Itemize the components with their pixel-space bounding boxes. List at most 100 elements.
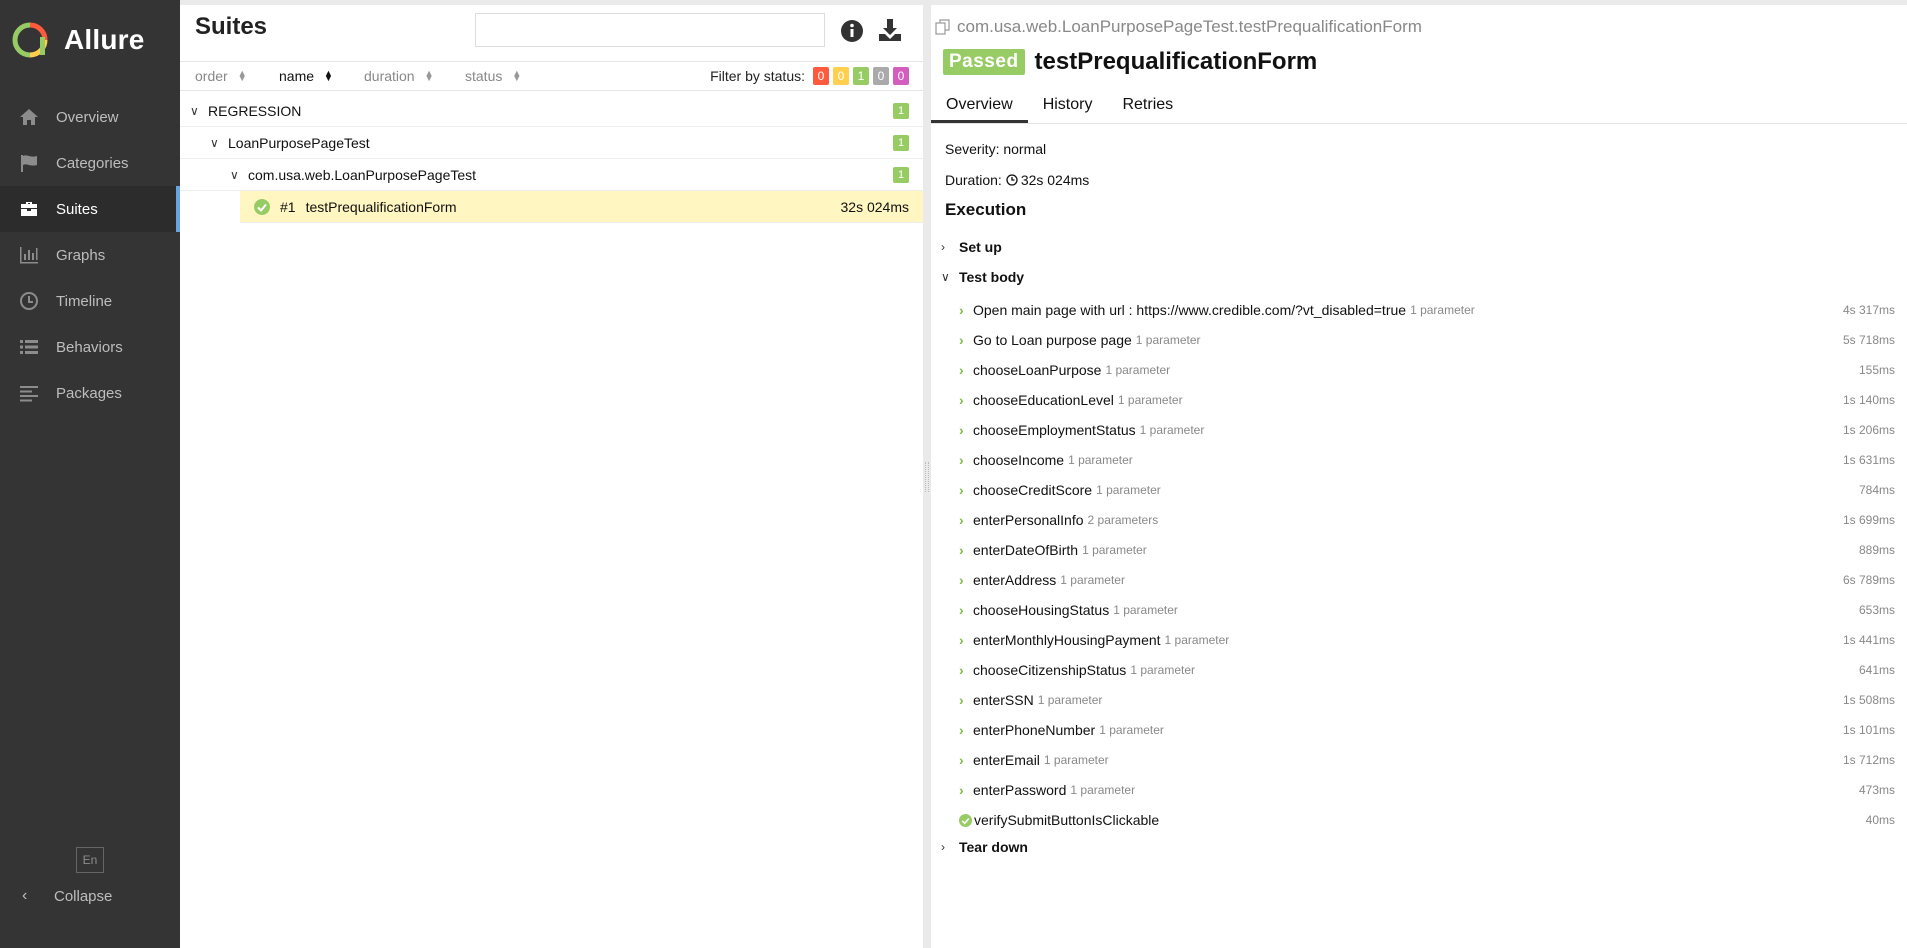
- copy-icon[interactable]: [935, 19, 951, 35]
- tab-retries[interactable]: Retries: [1107, 87, 1188, 123]
- tree-node-loanpurposepagetest[interactable]: ∨ LoanPurposePageTest 1: [180, 127, 923, 159]
- search-input[interactable]: [475, 13, 825, 47]
- sort-order[interactable]: order ▲ ▼: [195, 68, 247, 84]
- step-name: chooseEducationLevel: [973, 392, 1114, 408]
- step-row[interactable]: › chooseIncome 1 parameter 1s 631ms: [931, 445, 1907, 475]
- count-badge: 1: [893, 134, 909, 151]
- collapse-button[interactable]: ‹ Collapse: [22, 887, 112, 905]
- filter-passed-count[interactable]: 1: [853, 67, 869, 85]
- pane-splitter[interactable]: [923, 0, 931, 948]
- sort-name[interactable]: name ▲ ▼: [279, 68, 333, 84]
- teardown-section[interactable]: › Tear down: [941, 839, 1028, 855]
- step-row[interactable]: › chooseCitizenshipStatus 1 parameter 641ms: [931, 655, 1907, 685]
- step-row[interactable]: › enterPassword 1 parameter 473ms: [931, 775, 1907, 805]
- step-params: 1 parameter: [1113, 603, 1178, 617]
- step-row[interactable]: › enterPhoneNumber 1 parameter 1s 101ms: [931, 715, 1907, 745]
- allure-logo[interactable]: Allure: [12, 21, 145, 59]
- briefcase-icon: [18, 198, 40, 220]
- sort-order-label: order: [195, 68, 228, 84]
- chevron-right-icon: ›: [941, 240, 945, 254]
- sidebar-item-timeline[interactable]: Timeline: [0, 278, 180, 324]
- tree-node-label: com.usa.web.LoanPurposePageTest: [248, 166, 477, 183]
- step-params: 1 parameter: [1082, 543, 1147, 557]
- test-name: testPrequalificationForm: [305, 198, 457, 215]
- step-row[interactable]: › enterAddress 1 parameter 6s 789ms: [931, 565, 1907, 595]
- count-badge: 1: [893, 166, 909, 183]
- test-header: Passed testPrequalificationForm: [943, 48, 1317, 76]
- step-params: 1 parameter: [1130, 663, 1196, 677]
- sidebar-item-behaviors[interactable]: Behaviors: [0, 324, 180, 370]
- filter-unknown-count[interactable]: 0: [893, 67, 909, 85]
- language-switcher[interactable]: En: [76, 847, 104, 873]
- sidebar-item-label: Timeline: [56, 292, 113, 310]
- app-name: Allure: [64, 24, 145, 55]
- step-row[interactable]: › chooseHousingStatus 1 parameter 653ms: [931, 595, 1907, 625]
- sidebar-item-label: Packages: [56, 384, 122, 402]
- step-params: 1 parameter: [1164, 633, 1230, 647]
- splitter-grip[interactable]: [925, 462, 929, 492]
- chevron-right-icon: ›: [959, 452, 964, 468]
- sidebar-item-graphs[interactable]: Graphs: [0, 232, 180, 278]
- step-params: 1 parameter: [1068, 453, 1133, 467]
- step-name: chooseIncome: [973, 452, 1065, 468]
- step-duration: 1s 441ms: [1842, 633, 1895, 647]
- test-full-name: com.usa.web.LoanPurposePageTest.testPreq…: [935, 17, 1422, 37]
- sidebar-item-categories[interactable]: Categories: [0, 140, 180, 186]
- step-name: chooseCreditScore: [973, 482, 1093, 498]
- filter-failed-count[interactable]: 0: [813, 67, 829, 85]
- step-row[interactable]: › chooseEducationLevel 1 parameter 1s 140ms: [931, 385, 1907, 415]
- filter-skipped-count[interactable]: 0: [873, 67, 889, 85]
- tab-overview[interactable]: Overview: [931, 87, 1028, 123]
- step-row[interactable]: › enterDateOfBirth 1 parameter 889ms: [931, 535, 1907, 565]
- flag-icon: [18, 152, 40, 174]
- info-icon[interactable]: [840, 19, 864, 43]
- sidebar-item-overview[interactable]: Overview: [0, 94, 180, 140]
- step-row[interactable]: › enterSSN 1 parameter 1s 508ms: [931, 685, 1907, 715]
- test-body-section[interactable]: ∨ Test body: [941, 269, 1024, 285]
- step-duration: 1s 699ms: [1842, 513, 1895, 527]
- align-left-icon: [18, 382, 40, 404]
- step-row[interactable]: › chooseLoanPurpose 1 parameter 155ms: [931, 355, 1907, 385]
- tree-node-regression[interactable]: ∨ REGRESSION 1: [180, 95, 923, 127]
- teardown-label: Tear down: [959, 839, 1028, 855]
- chevron-down-icon: ∨: [210, 135, 219, 150]
- passed-check-icon: [254, 198, 270, 215]
- chevron-right-icon: ›: [959, 782, 964, 798]
- step-list: › Open main page with url : https://www.c…: [931, 295, 1907, 835]
- download-icon[interactable]: [877, 17, 903, 43]
- chevron-down-icon: ∨: [190, 103, 199, 118]
- step-row[interactable]: › Open main page with url : https://www.c…: [931, 295, 1907, 325]
- step-row[interactable]: › enterMonthlyHousingPayment 1 parameter 1s…: [931, 625, 1907, 655]
- step-params: 1 parameter: [1060, 573, 1125, 587]
- step-name: Go to Loan purpose page: [973, 332, 1132, 348]
- chevron-right-icon: ›: [959, 752, 964, 768]
- chevron-right-icon: ›: [959, 302, 964, 318]
- step-row[interactable]: › Go to Loan purpose page 1 parameter 5s 71…: [931, 325, 1907, 355]
- sort-status[interactable]: status ▲ ▼: [465, 68, 521, 84]
- test-case-row[interactable]: #1 testPrequalificationForm 32s 024ms: [240, 191, 923, 223]
- clock-icon: [18, 290, 40, 312]
- setup-label: Set up: [959, 239, 1002, 255]
- sidebar-item-suites[interactable]: Suites: [0, 186, 180, 232]
- step-row[interactable]: › enterPersonalInfo 2 parameters 1s 699ms: [931, 505, 1907, 535]
- step-row[interactable]: › chooseEmploymentStatus 1 parameter 1s 206…: [931, 415, 1907, 445]
- sort-icon: ▲ ▼: [424, 68, 434, 83]
- tab-history[interactable]: History: [1028, 87, 1108, 123]
- step-name: chooseCitizenshipStatus: [973, 662, 1127, 678]
- step-row[interactable]: › chooseCreditScore 1 parameter 784ms: [931, 475, 1907, 505]
- step-name: enterPhoneNumber: [973, 722, 1096, 738]
- tree-node-package[interactable]: ∨ com.usa.web.LoanPurposePageTest 1: [180, 159, 923, 191]
- sort-duration[interactable]: duration ▲ ▼: [364, 68, 434, 84]
- page-title: Suites: [195, 13, 268, 40]
- setup-section[interactable]: › Set up: [941, 239, 1002, 255]
- chevron-right-icon: ›: [959, 692, 964, 708]
- step-params: 2 parameters: [1087, 513, 1159, 527]
- chevron-right-icon: ›: [959, 602, 964, 618]
- sidebar-item-packages[interactable]: Packages: [0, 370, 180, 416]
- step-params: 1 parameter: [1096, 483, 1161, 497]
- chevron-right-icon: ›: [959, 542, 964, 558]
- step-row[interactable]: › enterEmail 1 parameter 1s 712ms: [931, 745, 1907, 775]
- sort-bar: order ▲ ▼ name ▲ ▼ duration ▲ ▼ status ▲ ▼ F…: [180, 61, 923, 91]
- status-filter: Filter by status: 0 0 1 0 0: [710, 67, 909, 85]
- filter-broken-count[interactable]: 0: [833, 67, 849, 85]
